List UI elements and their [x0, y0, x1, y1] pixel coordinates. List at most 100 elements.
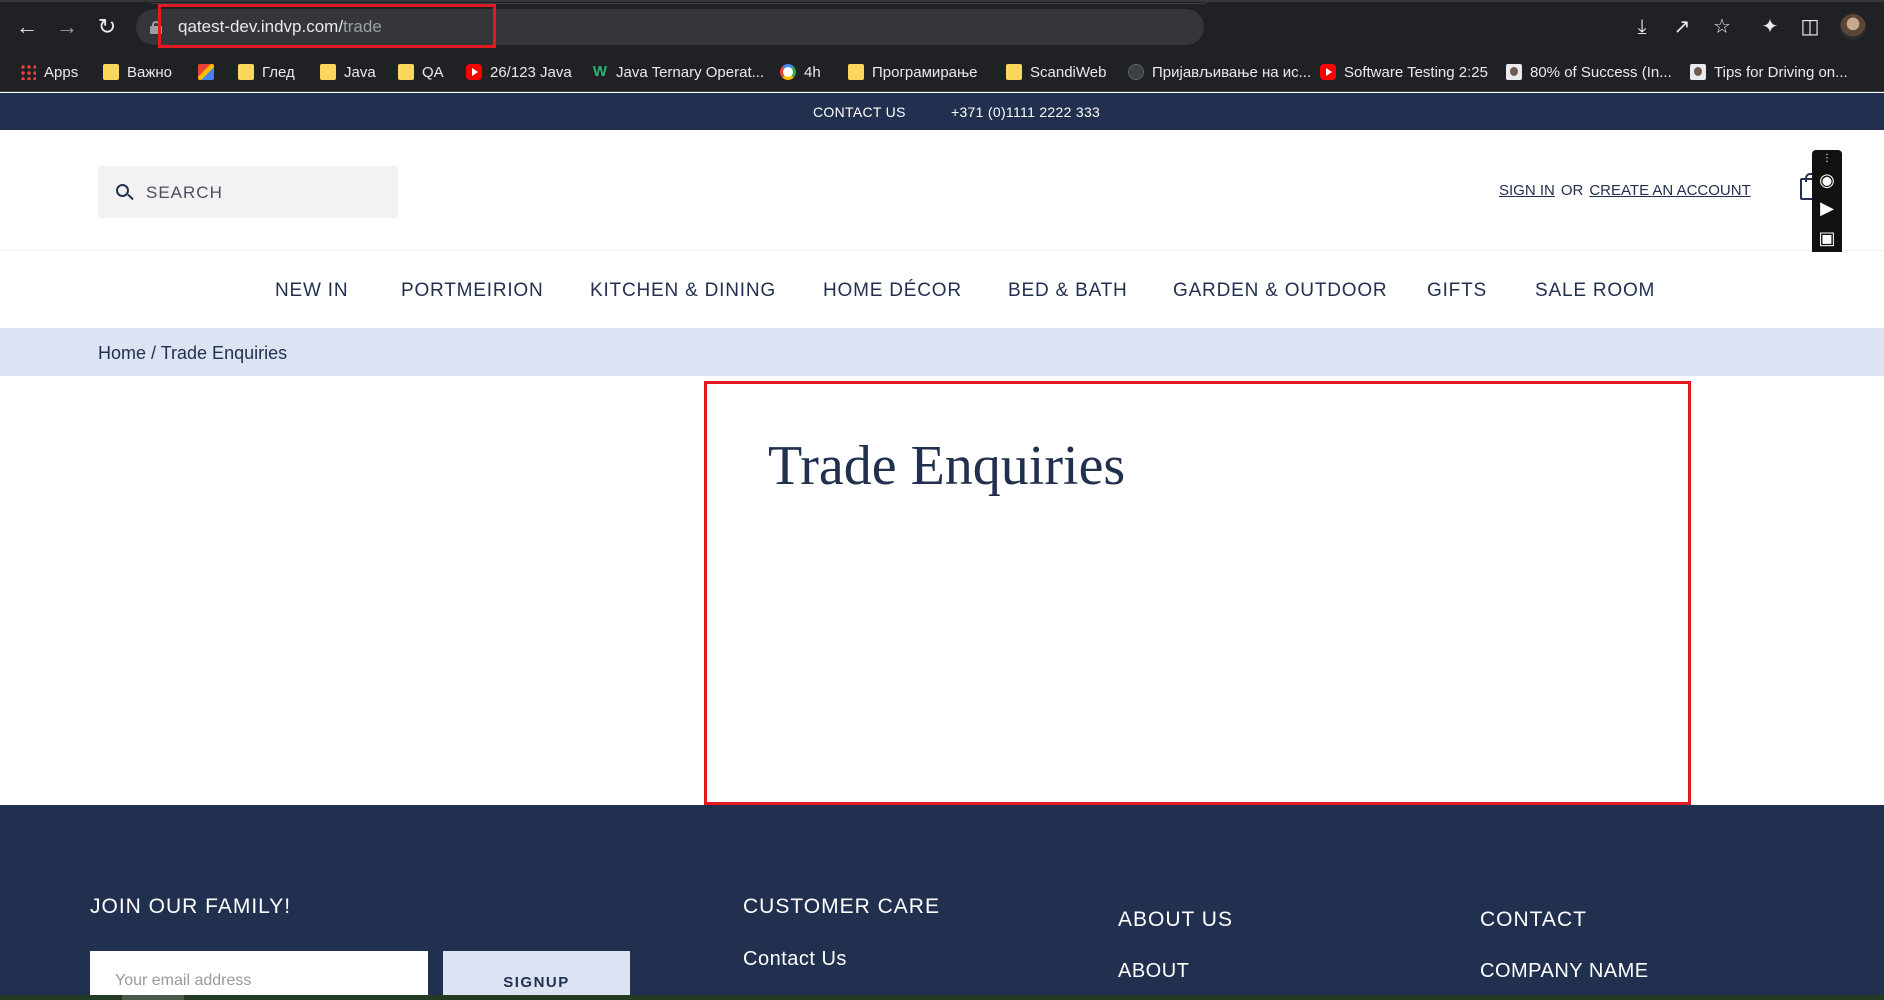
- bookmark-star-icon[interactable]: ☆: [1710, 15, 1734, 39]
- newsletter-email-field[interactable]: [90, 951, 428, 995]
- bookmark-label: 4h: [804, 63, 821, 81]
- youtube-icon: [1320, 64, 1336, 80]
- taskbar-strip: [0, 995, 1884, 1000]
- signup-button[interactable]: SIGNUP: [443, 951, 630, 995]
- nav-item-sale-room[interactable]: SALE ROOM: [1535, 280, 1655, 302]
- bookmark-label: Важно: [127, 63, 173, 81]
- bookmark-label: Tips for Driving on...: [1714, 63, 1848, 81]
- bookmark-vazno[interactable]: Важно: [103, 60, 172, 84]
- bookmark-label: Apps: [44, 63, 79, 81]
- video-camera-icon[interactable]: ▶: [1815, 196, 1839, 220]
- camera-icon[interactable]: ◉: [1815, 168, 1839, 192]
- bookmark-label: Java Ternary Operat...: [616, 63, 765, 81]
- bookmark-gmail[interactable]: [198, 60, 214, 84]
- nav-item-new-in[interactable]: NEW IN: [275, 280, 348, 302]
- bookmark-prijavljivanje[interactable]: Пријављивање на ис...: [1128, 60, 1311, 84]
- phone-number[interactable]: +371 (0)1111 2222 333: [951, 104, 1100, 120]
- youtube-icon: [466, 64, 482, 80]
- site-footer: JOIN OUR FAMILY! SIGNUP CUSTOMER CARE Co…: [0, 805, 1884, 995]
- thumbnail-icon: [1506, 64, 1522, 80]
- bookmark-java[interactable]: Java: [320, 60, 376, 84]
- side-panel-icon[interactable]: ◫: [1798, 15, 1822, 39]
- gmail-icon: [198, 64, 214, 80]
- join-family-heading: JOIN OUR FAMILY!: [90, 895, 292, 918]
- breadcrumb-separator: /: [146, 343, 161, 363]
- customer-care-heading: CUSTOMER CARE: [743, 895, 940, 918]
- bookmark-label: Глед: [262, 63, 295, 81]
- bookmark-software-testing[interactable]: Software Testing 2:25: [1320, 60, 1488, 84]
- nav-item-home-decor[interactable]: HOME DÉCOR: [823, 280, 962, 302]
- nav-item-kitchen-dining[interactable]: KITCHEN & DINING: [590, 280, 776, 302]
- site-header: SEARCH SIGN IN OR CREATE AN ACCOUNT: [0, 130, 1884, 251]
- bookmark-label: QA: [422, 63, 444, 81]
- bookmark-label: ScandiWeb: [1030, 63, 1107, 81]
- folder-icon: [103, 64, 119, 80]
- bookmark-80-success[interactable]: 80% of Success (In...: [1506, 60, 1672, 84]
- profile-avatar[interactable]: [1840, 14, 1866, 40]
- sign-in-link[interactable]: SIGN IN: [1499, 182, 1555, 199]
- bookmark-qa[interactable]: QA: [398, 60, 444, 84]
- about-us-heading: ABOUT US: [1118, 908, 1233, 931]
- bookmark-label: 26/123 Java: [490, 63, 572, 81]
- install-app-icon[interactable]: ⤓: [1630, 15, 1654, 39]
- breadcrumb-trail: Home / Trade Enquiries: [98, 343, 287, 364]
- bookmarks-bar: Apps Важно Глед Java QA 26/123 Java W Jav…: [0, 52, 1884, 92]
- panel-menu-icon[interactable]: ⋮: [1816, 154, 1838, 164]
- share-icon[interactable]: ↗: [1670, 15, 1694, 39]
- bookmark-label: Software Testing 2:25: [1344, 63, 1488, 81]
- forward-arrow-icon[interactable]: →: [54, 14, 80, 40]
- bookmark-apps[interactable]: Apps: [20, 60, 78, 84]
- bookmark-4h[interactable]: 4h: [780, 60, 821, 84]
- site-top-bar: CONTACT US +371 (0)1111 2222 333: [0, 93, 1884, 130]
- folder-icon: [1006, 64, 1022, 80]
- bookmark-label: 80% of Success (In...: [1530, 63, 1672, 81]
- nav-item-garden-outdoor[interactable]: GARDEN & OUTDOOR: [1173, 280, 1387, 302]
- w-icon: W: [592, 63, 608, 80]
- main-content: Trade Enquiries: [0, 376, 1884, 805]
- nav-item-portmeirion[interactable]: PORTMEIRION: [401, 280, 544, 302]
- folder-icon: [238, 64, 254, 80]
- circle-icon: [1128, 64, 1144, 80]
- footer-about-link[interactable]: ABOUT: [1118, 960, 1189, 983]
- taskbar-thumb: [122, 995, 184, 1000]
- bookmark-java-ternary[interactable]: W Java Ternary Operat...: [592, 60, 764, 84]
- breadcrumb: Home / Trade Enquiries: [0, 328, 1884, 376]
- screenshot-root: ← → ↻ qatest-dev.indvp.com/trade ⤓ ↗ ☆ ✦…: [0, 0, 1884, 1000]
- reload-icon[interactable]: ↻: [94, 14, 120, 40]
- company-name: COMPANY NAME: [1480, 960, 1649, 982]
- bookmark-label: Java: [344, 63, 376, 81]
- bookmark-label: Пријављивање на ис...: [1152, 63, 1312, 81]
- folder-icon: [398, 64, 414, 80]
- back-arrow-icon[interactable]: ←: [14, 14, 40, 40]
- account-links: SIGN IN OR CREATE AN ACCOUNT: [1499, 182, 1751, 199]
- url-annotation-box: [158, 4, 496, 48]
- bookmark-scandiweb[interactable]: ScandiWeb: [1006, 60, 1106, 84]
- create-account-link[interactable]: CREATE AN ACCOUNT: [1589, 182, 1750, 199]
- or-separator: OR: [1560, 182, 1584, 199]
- breadcrumb-current: Trade Enquiries: [160, 343, 288, 363]
- search-input[interactable]: SEARCH: [98, 166, 398, 218]
- thumbnail-icon: [1690, 64, 1706, 80]
- breadcrumb-home-link[interactable]: Home: [98, 343, 146, 363]
- search-label: SEARCH: [146, 183, 223, 202]
- nav-item-gifts[interactable]: GIFTS: [1427, 280, 1487, 302]
- bookmark-programiranje[interactable]: Програмирање: [848, 60, 978, 84]
- contact-heading: CONTACT: [1480, 908, 1587, 931]
- bookmark-26-123-java[interactable]: 26/123 Java: [466, 60, 572, 84]
- screens-icon[interactable]: ▣: [1815, 226, 1839, 250]
- nav-item-bed-bath[interactable]: BED & BATH: [1008, 280, 1128, 302]
- content-annotation-box: [704, 381, 1691, 805]
- main-navigation: NEW IN PORTMEIRION KITCHEN & DINING HOME…: [0, 252, 1884, 328]
- folder-icon: [848, 64, 864, 80]
- apps-grid-icon: [20, 64, 36, 80]
- folder-icon: [320, 64, 336, 80]
- search-icon: [116, 184, 134, 201]
- google-icon: [780, 64, 796, 80]
- bookmark-label: Програмирање: [872, 63, 978, 81]
- extensions-puzzle-icon[interactable]: ✦: [1758, 15, 1782, 39]
- bookmark-tips-driving[interactable]: Tips for Driving on...: [1690, 60, 1848, 84]
- browser-toolbar: ← → ↻ qatest-dev.indvp.com/trade ⤓ ↗ ☆ ✦…: [0, 0, 1884, 52]
- bookmark-gled[interactable]: Глед: [238, 60, 295, 84]
- footer-contact-us-link[interactable]: Contact Us: [743, 948, 847, 971]
- contact-us-link[interactable]: CONTACT US: [813, 104, 906, 120]
